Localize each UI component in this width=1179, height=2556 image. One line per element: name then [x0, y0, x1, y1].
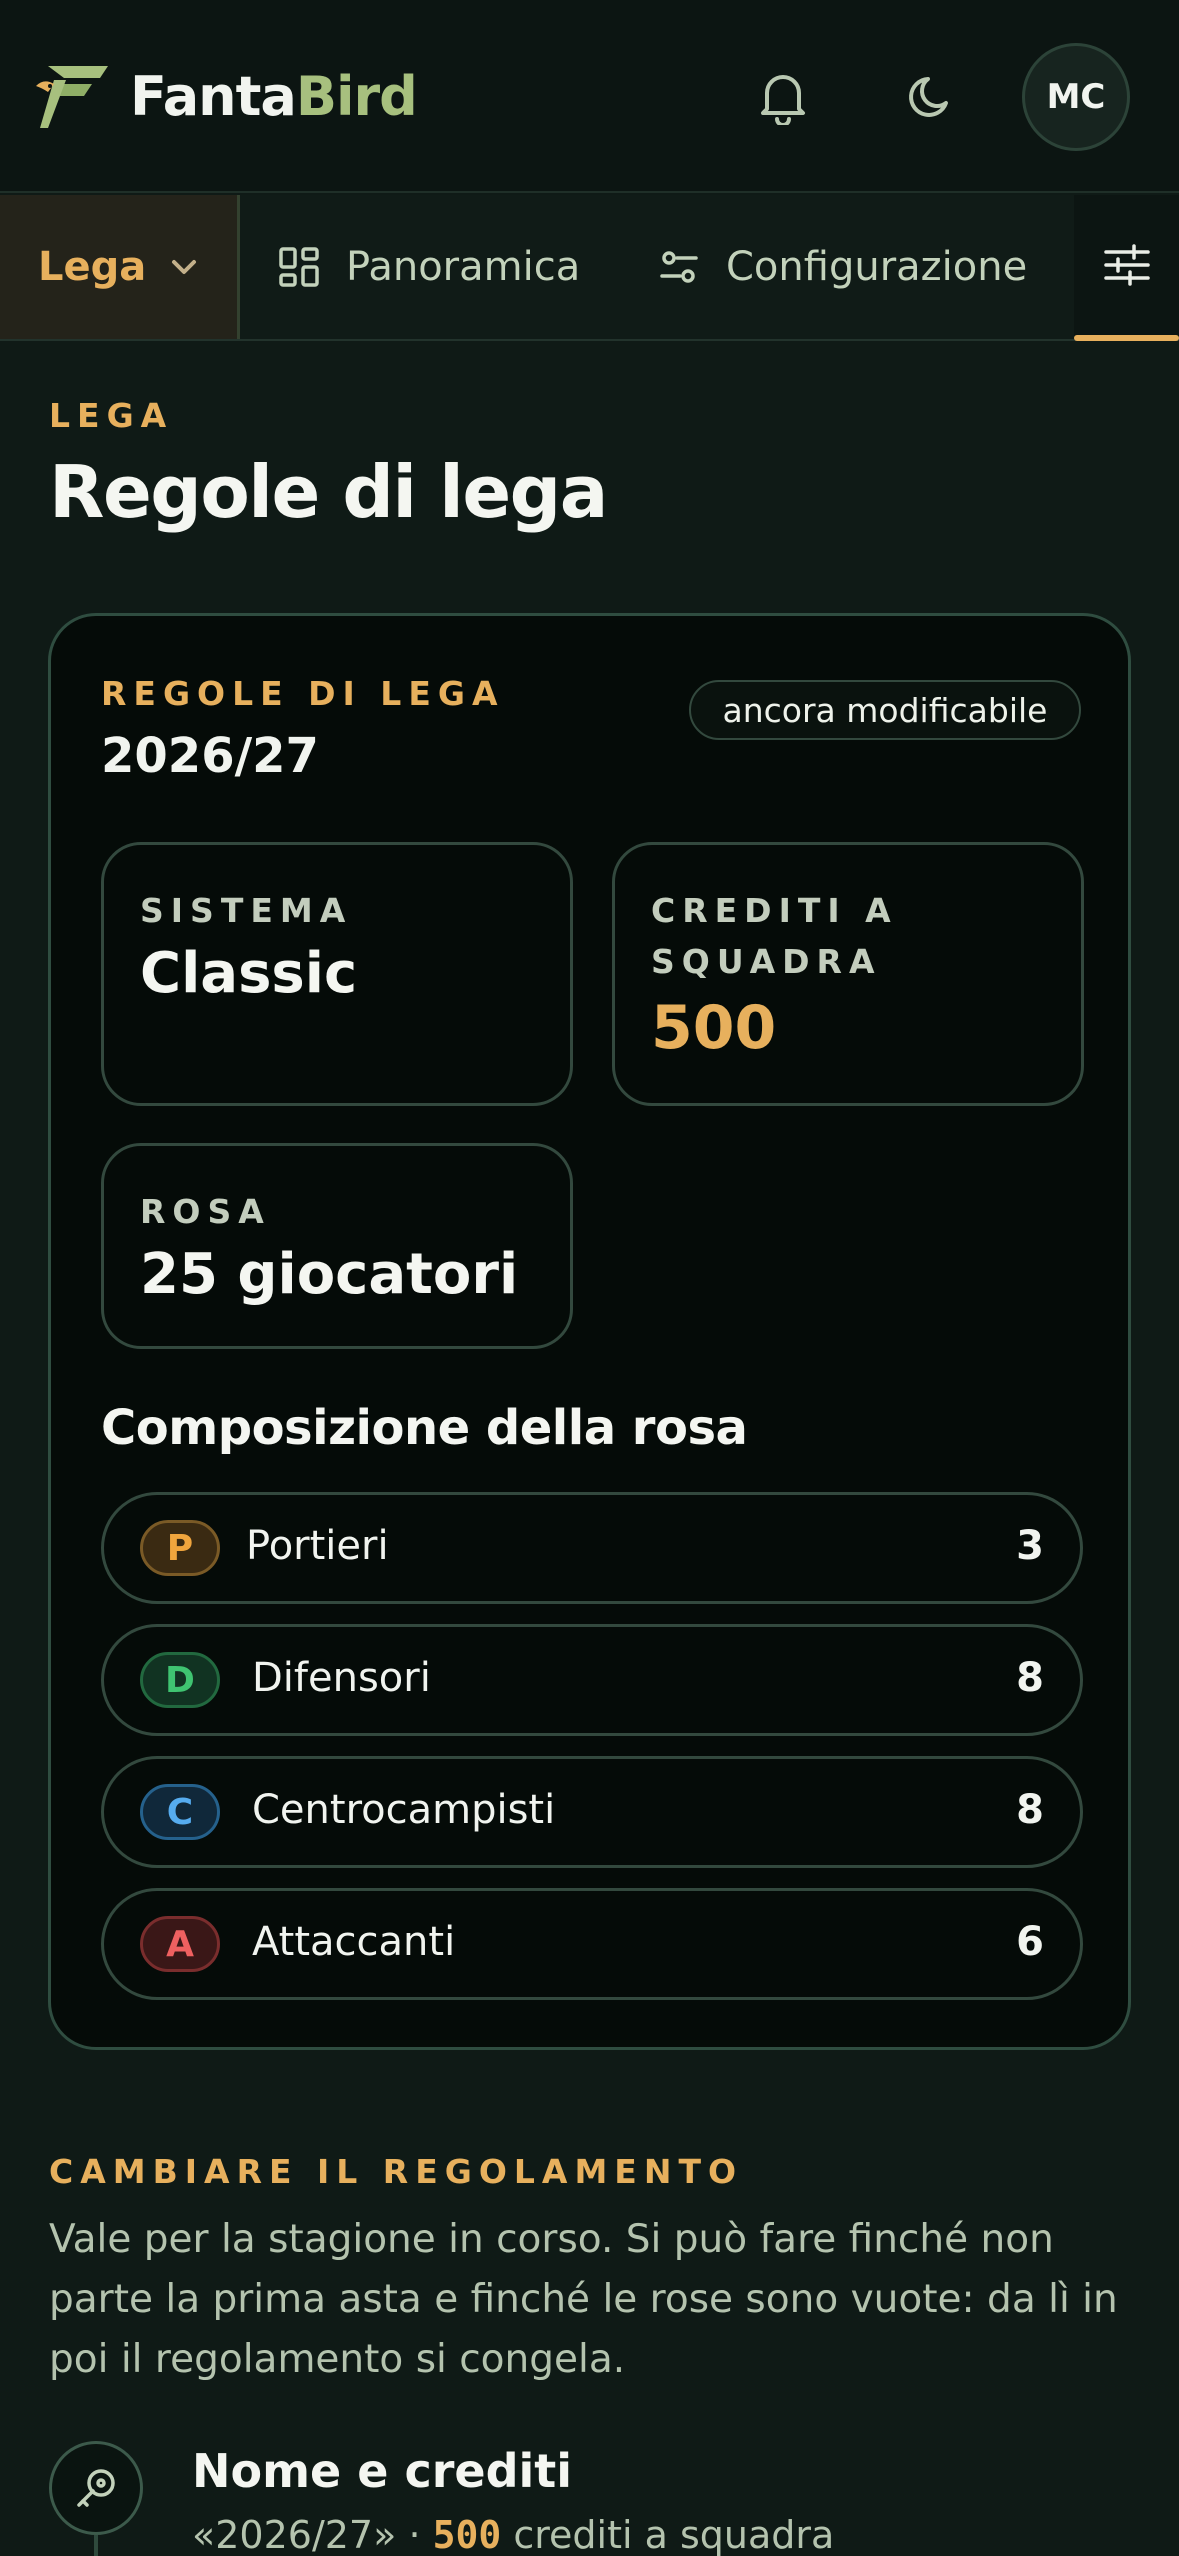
league-selector-label: Lega — [38, 244, 147, 290]
tab-configurazione-label: Configurazione — [726, 244, 1028, 290]
role-name: Difensori — [252, 1655, 431, 1701]
settings-toggles-icon — [658, 246, 700, 288]
rules-description: Vale per la stagione in corso. Si può fa… — [49, 2217, 1118, 2382]
composition-title: Composizione della rosa — [101, 1400, 748, 1456]
role-count: 3 — [1016, 1523, 1044, 1569]
step-subtitle-credits: 500 — [432, 2513, 502, 2556]
step-subtitle-suffix: crediti a squadra — [501, 2513, 835, 2556]
step-connector — [94, 2535, 98, 2556]
tab-configurazione[interactable]: Configurazione — [658, 195, 1027, 339]
notifications-bell-icon[interactable] — [748, 62, 818, 132]
role-name: Attaccanti — [252, 1919, 456, 1965]
step-subtitle: «2026/27» · 500 crediti a squadra — [192, 2513, 834, 2556]
season-label: 2026/27 — [101, 728, 319, 784]
stat-sistema: SISTEMA Classic — [101, 842, 573, 1106]
stat-sistema-value: Classic — [140, 941, 358, 1006]
role-count: 6 — [1016, 1919, 1044, 1965]
user-avatar[interactable]: MC — [1022, 43, 1130, 151]
stat-crediti-label: CREDITI A SQUADRA — [651, 891, 898, 981]
page-eyebrow: LEGA — [49, 396, 174, 435]
tab-panoramica[interactable]: Panoramica — [278, 195, 580, 339]
stat-sistema-label: SISTEMA — [140, 891, 353, 930]
role-name: Centrocampisti — [252, 1787, 556, 1833]
role-count: 8 — [1016, 1655, 1044, 1701]
bird-logo-icon[interactable] — [34, 62, 110, 130]
app-root: FantaBird MC Lega Panoramica Configurazi… — [0, 0, 1179, 2556]
grid-icon — [278, 246, 320, 288]
step-title[interactable]: Nome e crediti — [192, 2444, 572, 2498]
stat-rosa: ROSA 25 giocatori — [101, 1143, 573, 1349]
role-row-attaccanti: A Attaccanti 6 — [101, 1888, 1083, 2000]
stat-crediti: CREDITI A SQUADRA 500 — [612, 842, 1084, 1106]
stat-crediti-value: 500 — [651, 993, 777, 1063]
stat-rosa-label: ROSA — [140, 1192, 271, 1231]
league-selector-dropdown[interactable]: Lega — [0, 195, 240, 339]
step-subtitle-prefix: «2026/27» · — [192, 2513, 433, 2556]
tag-icon — [77, 2469, 115, 2507]
top-bar: FantaBird MC — [0, 0, 1179, 193]
role-badge: D — [140, 1652, 220, 1708]
brand-name-part-1: Fanta — [130, 65, 297, 128]
brand-name-part-2: Bird — [295, 65, 418, 128]
tab-regole[interactable] — [1074, 195, 1179, 341]
chevron-down-icon — [170, 258, 198, 276]
role-row-difensori: D Difensori 8 — [101, 1624, 1083, 1736]
role-row-centrocampisti: C Centrocampisti 8 — [101, 1756, 1083, 1868]
tab-panoramica-label: Panoramica — [346, 244, 581, 290]
rules-eyebrow: CAMBIARE IL REGOLAMENTO — [49, 2152, 744, 2191]
role-count: 8 — [1016, 1787, 1044, 1833]
role-badge: P — [140, 1520, 220, 1576]
status-badge: ancora modificabile — [689, 680, 1081, 740]
role-name: Portieri — [246, 1523, 389, 1569]
dark-mode-moon-icon[interactable] — [897, 62, 967, 132]
role-badge: A — [140, 1916, 220, 1972]
sliders-icon — [1103, 244, 1150, 290]
brand-name[interactable]: FantaBird — [130, 62, 418, 132]
league-rules-card: REGOLE DI LEGA 2026/27 ancora modificabi… — [48, 613, 1131, 2050]
section-tabs: Lega Panoramica Configurazione — [0, 195, 1179, 341]
card-eyebrow: REGOLE DI LEGA — [101, 674, 505, 713]
avatar-initials: MC — [1046, 77, 1106, 117]
step-name-credits[interactable] — [49, 2441, 143, 2535]
stat-rosa-value: 25 giocatori — [140, 1242, 519, 1307]
role-row-portieri: P Portieri 3 — [101, 1492, 1083, 1604]
role-badge: C — [140, 1784, 220, 1840]
page-title: Regole di lega — [49, 450, 608, 534]
